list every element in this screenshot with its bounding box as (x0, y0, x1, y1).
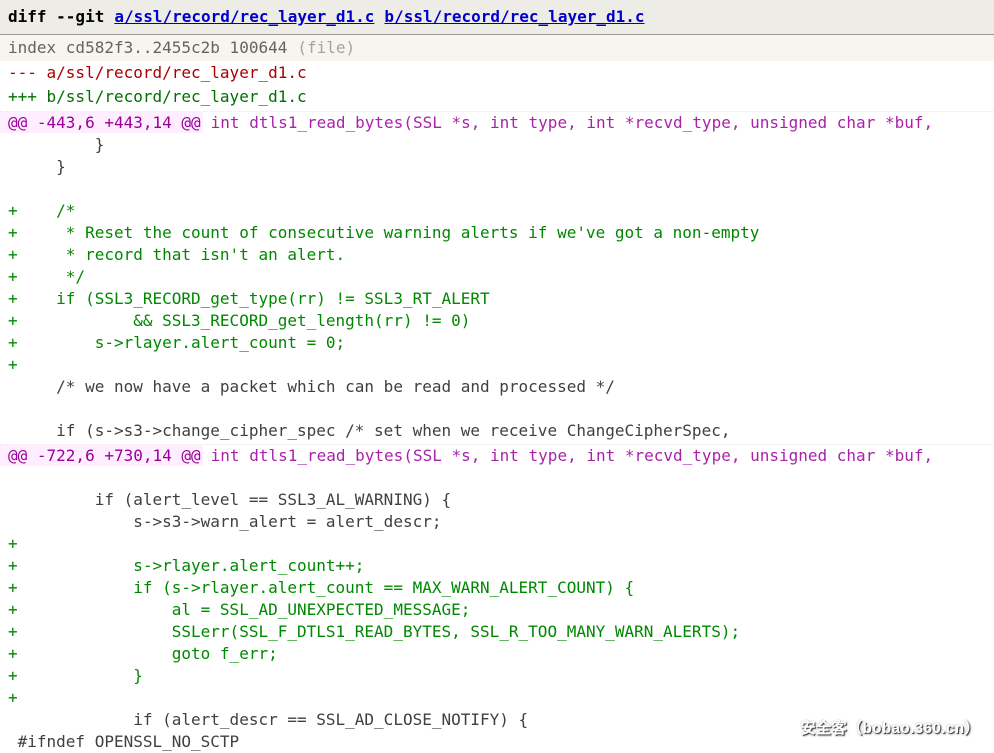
diff-line-add: + (0, 687, 994, 709)
diff-line-ctx: s->s3->warn_alert = alert_descr; (0, 511, 994, 533)
gitweb-diff-page: { "colors": { "add_line": "#008800", "ct… (0, 0, 994, 746)
diff-line-add: + */ (0, 266, 994, 288)
diff-git-header: diff --git a/ssl/record/rec_layer_d1.c b/s… (0, 0, 994, 35)
diff-line-ctx (0, 178, 994, 200)
diff-line-add: + al = SSL_AD_UNEXPECTED_MESSAGE; (0, 599, 994, 621)
diff-line-add: + } (0, 665, 994, 687)
index-hashes: index cd582f3..2455c2b 100644 (8, 38, 287, 57)
diff-line-add: + if (s->rlayer.alert_count == MAX_WARN_… (0, 577, 994, 599)
diff-line-add: + if (SSL3_RECORD_get_type(rr) != SSL3_R… (0, 288, 994, 310)
diff-line-ctx (0, 467, 994, 489)
diff-from-file: --- a/ssl/record/rec_layer_d1.c (0, 61, 994, 85)
diff-line-add: + && SSL3_RECORD_get_length(rr) != 0) (0, 310, 994, 332)
diff-line-ctx: } (0, 156, 994, 178)
diff-line-ctx: /* we now have a packet which can be rea… (0, 376, 994, 398)
diff-line-ctx: } (0, 134, 994, 156)
chunk-range: @@ -722,6 +730,14 @@ (0, 445, 203, 466)
diff-line-ctx: if (alert_level == SSL3_AL_WARNING) { (0, 489, 994, 511)
diff-line-add: + goto f_err; (0, 643, 994, 665)
diff-line-add: + /* (0, 200, 994, 222)
diff-git-prefix: diff --git (8, 7, 104, 26)
diff-to-file: +++ b/ssl/record/rec_layer_d1.c (0, 85, 994, 109)
diff-line-add: + * record that isn't an alert. (0, 244, 994, 266)
index-file-note: (file) (297, 38, 355, 57)
file-b-link[interactable]: b/ssl/record/rec_layer_d1.c (384, 7, 644, 26)
diff-line-ctx: if (s->s3->change_cipher_spec /* set whe… (0, 420, 994, 442)
diff-line-ctx (0, 398, 994, 420)
diff-line-add: + (0, 354, 994, 376)
chunk-range: @@ -443,6 +443,14 @@ (0, 112, 203, 133)
diff-line-add: + s->rlayer.alert_count = 0; (0, 332, 994, 354)
chunk-header: @@ -443,6 +443,14 @@ int dtls1_read_bytes… (0, 111, 994, 134)
diff-hunks: @@ -443,6 +443,14 @@ int dtls1_read_bytes… (0, 111, 994, 753)
diff-line-add: + (0, 533, 994, 555)
diff-line-add: + * Reset the count of consecutive warni… (0, 222, 994, 244)
diff-line-add: + s->rlayer.alert_count++; (0, 555, 994, 577)
chunk-header: @@ -722,6 +730,14 @@ int dtls1_read_bytes… (0, 444, 994, 467)
site-watermark: 安全客（bobao.360.cn） (801, 718, 980, 740)
diff-index-line: index cd582f3..2455c2b 100644 (file) (0, 35, 994, 61)
file-a-link[interactable]: a/ssl/record/rec_layer_d1.c (114, 7, 374, 26)
chunk-section: int dtls1_read_bytes(SSL *s, int type, i… (211, 446, 933, 465)
chunk-section: int dtls1_read_bytes(SSL *s, int type, i… (211, 113, 933, 132)
diff-line-add: + SSLerr(SSL_F_DTLS1_READ_BYTES, SSL_R_T… (0, 621, 994, 643)
